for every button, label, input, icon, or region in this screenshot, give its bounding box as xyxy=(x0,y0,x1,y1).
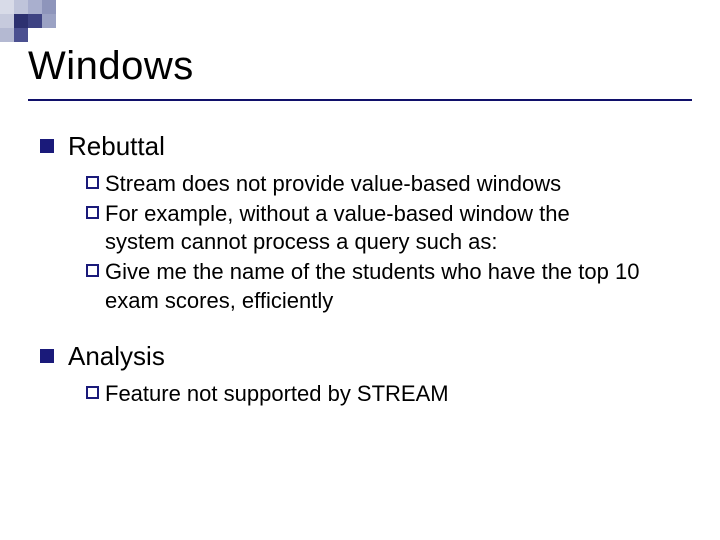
list-item-text: Feature not supported by STREAM xyxy=(105,380,449,408)
hollow-square-icon xyxy=(86,206,99,219)
list-item: Stream does not provide value-based wind… xyxy=(86,170,680,198)
sub-list: Stream does not provide value-based wind… xyxy=(86,170,680,315)
section-heading-row: Rebuttal xyxy=(40,131,680,162)
section-heading: Analysis xyxy=(68,341,165,372)
section-heading: Rebuttal xyxy=(68,131,165,162)
list-item-text: For example, without a value-based windo… xyxy=(105,200,645,256)
list-item-text: Stream does not provide value-based wind… xyxy=(105,170,561,198)
slide-body: Rebuttal Stream does not provide value-b… xyxy=(0,101,720,408)
hollow-square-icon xyxy=(86,386,99,399)
square-bullet-icon xyxy=(40,349,54,363)
section-analysis: Analysis Feature not supported by STREAM xyxy=(40,341,680,408)
section-rebuttal: Rebuttal Stream does not provide value-b… xyxy=(40,131,680,315)
title-area: Windows xyxy=(0,0,720,89)
square-bullet-icon xyxy=(40,139,54,153)
list-item-text: Give me the name of the students who hav… xyxy=(105,258,645,314)
sub-list: Feature not supported by STREAM xyxy=(86,380,680,408)
list-item: For example, without a value-based windo… xyxy=(86,200,680,256)
section-heading-row: Analysis xyxy=(40,341,680,372)
slide-title: Windows xyxy=(28,44,692,89)
corner-decoration xyxy=(0,0,56,42)
hollow-square-icon xyxy=(86,176,99,189)
hollow-square-icon xyxy=(86,264,99,277)
list-item: Give me the name of the students who hav… xyxy=(86,258,680,314)
slide: Windows Rebuttal Stream does not provide… xyxy=(0,0,720,540)
list-item: Feature not supported by STREAM xyxy=(86,380,680,408)
